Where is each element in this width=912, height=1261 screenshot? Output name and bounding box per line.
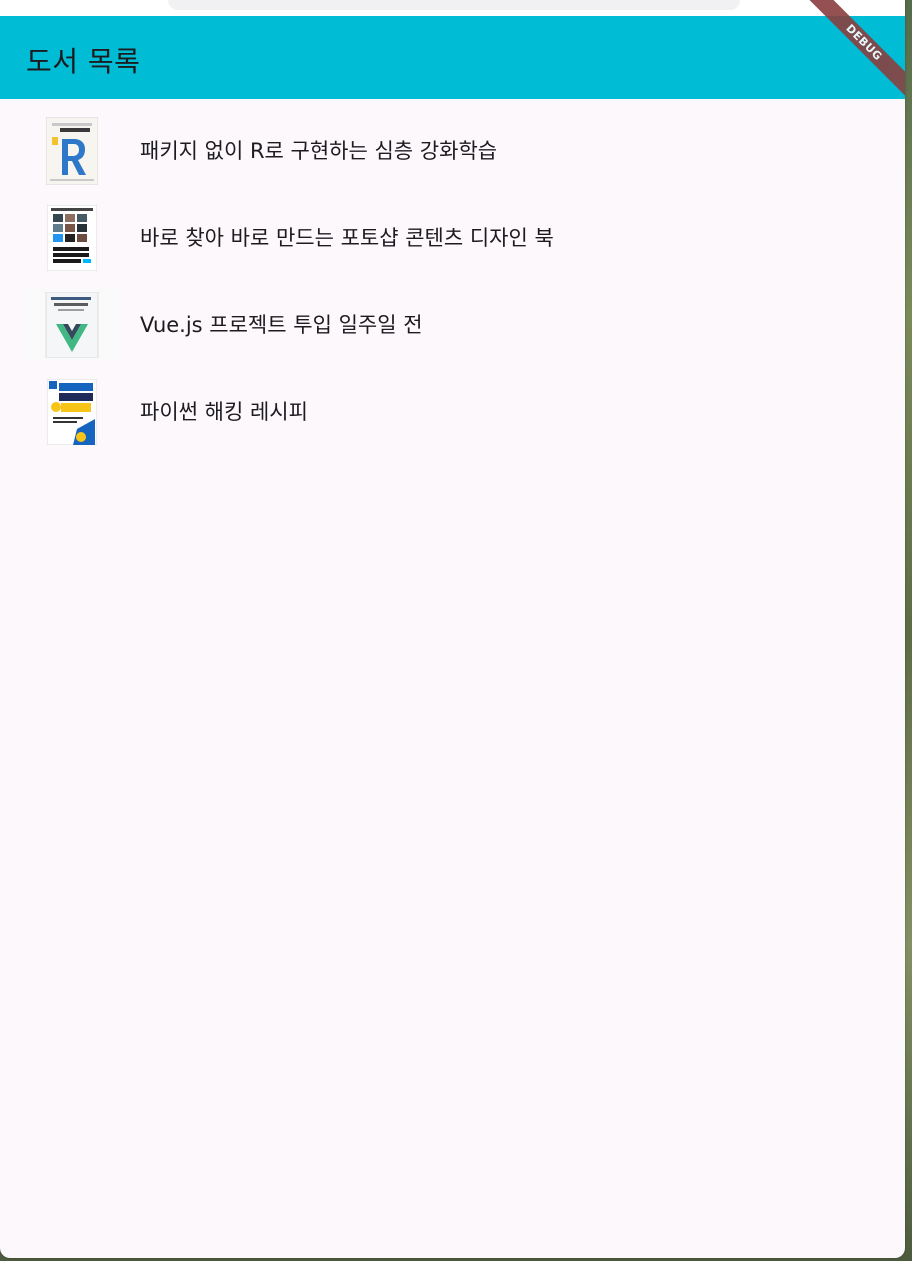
window-top-bar xyxy=(0,0,905,16)
book-cover-photoshop-icon xyxy=(24,202,120,273)
book-title: 바로 찾아 바로 만드는 포토샵 콘텐츠 디자인 북 xyxy=(140,226,554,250)
list-item[interactable]: 바로 찾아 바로 만드는 포토샵 콘텐츠 디자인 북 xyxy=(0,187,905,274)
book-list: 패키지 없이 R로 구현하는 심층 강화학습 바로 찾아 바로 만드는 포토샵 … xyxy=(0,100,905,448)
window-notch xyxy=(168,0,740,10)
book-cover-python-icon xyxy=(24,376,120,447)
page-title: 도서 목록 xyxy=(26,45,141,78)
book-cover-vue-icon xyxy=(24,289,120,360)
book-title: Vue.js 프로젝트 투입 일주일 전 xyxy=(140,313,423,337)
list-item[interactable]: 패키지 없이 R로 구현하는 심층 강화학습 xyxy=(0,100,905,187)
app-window: 도서 목록 패키지 없이 R로 구현하는 심층 강화학습 바로 찾아 바로 만드… xyxy=(0,0,905,1258)
list-item[interactable]: 파이썬 해킹 레시피 xyxy=(0,361,905,448)
book-title: 파이썬 해킹 레시피 xyxy=(140,400,308,424)
app-bar: 도서 목록 xyxy=(0,16,905,99)
book-cover-r-icon xyxy=(24,115,120,186)
list-item[interactable]: Vue.js 프로젝트 투입 일주일 전 xyxy=(0,274,905,361)
desktop-background xyxy=(904,0,912,1261)
book-title: 패키지 없이 R로 구현하는 심층 강화학습 xyxy=(140,139,498,163)
